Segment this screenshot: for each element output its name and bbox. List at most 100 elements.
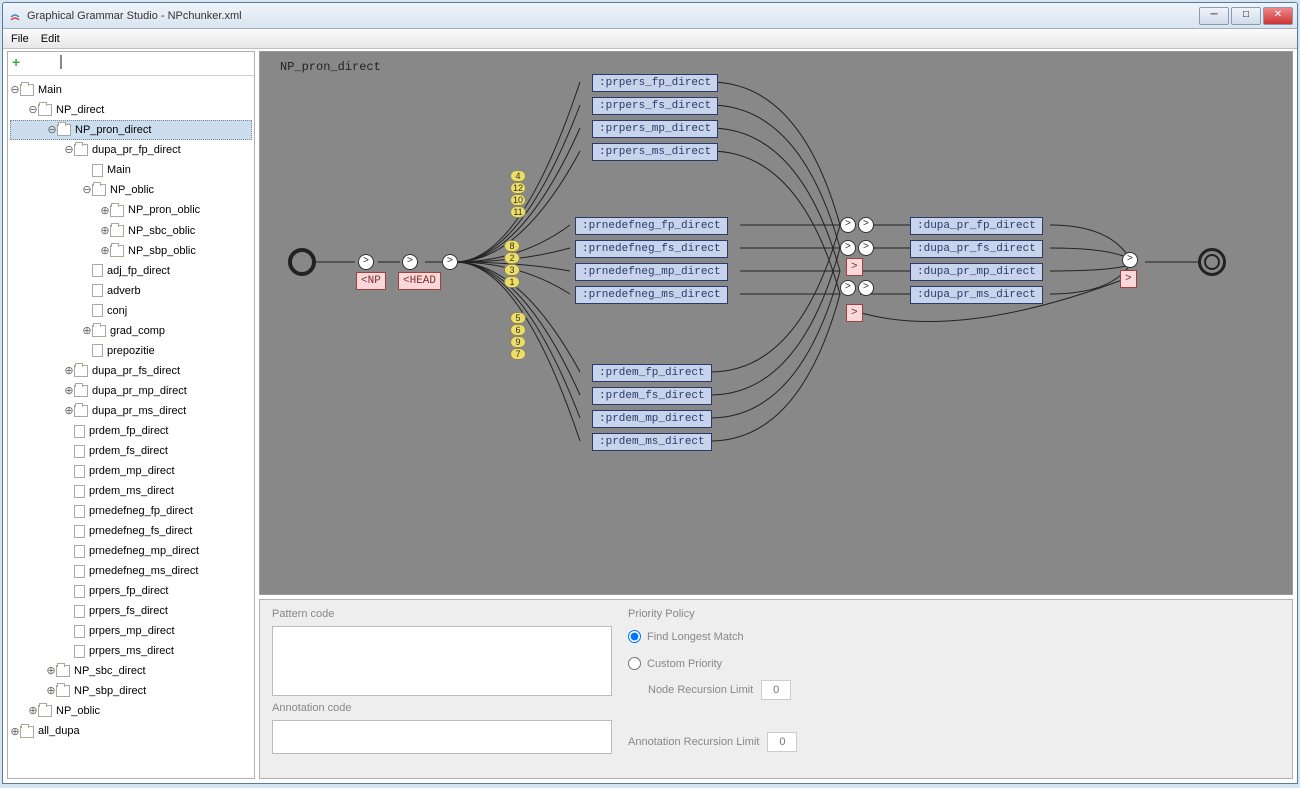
add-button[interactable]: + [12, 56, 28, 72]
graph-node[interactable]: :dupa_pr_fs_direct [910, 240, 1043, 258]
tree-node-prpers_ms_direct[interactable]: prpers_ms_direct [10, 641, 252, 661]
fanout-node[interactable] [442, 254, 458, 270]
merge-node[interactable] [858, 217, 874, 233]
expander-icon[interactable]: ⊕ [100, 202, 110, 220]
merge-node[interactable] [858, 280, 874, 296]
tree-node-adj_fp_direct[interactable]: adj_fp_direct [10, 261, 252, 281]
tree-node-prpers_fp_direct[interactable]: prpers_fp_direct [10, 581, 252, 601]
tree-node-prdem_fp_direct[interactable]: prdem_fp_direct [10, 421, 252, 441]
tree-node-prdem_mp_direct[interactable]: prdem_mp_direct [10, 461, 252, 481]
tree-node-Main[interactable]: Main [10, 160, 252, 180]
tree-node-NP_sbc_direct[interactable]: ⊕NP_sbc_direct [10, 661, 252, 681]
expander-icon[interactable]: ⊖ [47, 121, 57, 139]
tree-node-NP_sbc_oblic[interactable]: ⊕NP_sbc_oblic [10, 221, 252, 241]
maximize-button[interactable]: □ [1231, 7, 1261, 25]
tree-node-prdem_fs_direct[interactable]: prdem_fs_direct [10, 441, 252, 461]
tag-close[interactable]: > [846, 304, 863, 322]
graph-node[interactable]: :prdem_fp_direct [592, 364, 712, 382]
tree-node-NP_pron_direct[interactable]: ⊖NP_pron_direct [10, 120, 252, 140]
expander-icon[interactable]: ⊕ [64, 402, 74, 420]
graph-node[interactable]: :prpers_fs_direct [592, 97, 718, 115]
graph-node[interactable]: :prpers_mp_direct [592, 120, 718, 138]
tree-node-prnedefneg_mp_direct[interactable]: prnedefneg_mp_direct [10, 541, 252, 561]
merge-node[interactable] [840, 217, 856, 233]
graph-node[interactable]: :prpers_ms_direct [592, 143, 718, 161]
merge-node[interactable] [840, 280, 856, 296]
expander-icon[interactable]: ⊕ [64, 382, 74, 400]
titlebar[interactable]: Graphical Grammar Studio - NPchunker.xml… [3, 3, 1297, 29]
graph-node[interactable]: :prnedefneg_mp_direct [575, 263, 728, 281]
tree-node-dupa_pr_fp_direct[interactable]: ⊖dupa_pr_fp_direct [10, 140, 252, 160]
graph-node[interactable]: :dupa_pr_mp_direct [910, 263, 1043, 281]
expander-icon[interactable]: ⊕ [46, 662, 56, 680]
tree-node-prnedefneg_ms_direct[interactable]: prnedefneg_ms_direct [10, 561, 252, 581]
annotation-code-input[interactable] [272, 720, 612, 754]
expander-icon[interactable]: ⊕ [64, 362, 74, 380]
graph-node[interactable]: :dupa_pr_fp_direct [910, 217, 1043, 235]
file-icon [92, 344, 103, 357]
tree-node-dupa_pr_mp_direct[interactable]: ⊕dupa_pr_mp_direct [10, 381, 252, 401]
expander-icon[interactable]: ⊖ [82, 181, 92, 199]
graph-node[interactable]: :prnedefneg_fs_direct [575, 240, 728, 258]
graph-node[interactable]: :prpers_fp_direct [592, 74, 718, 92]
tree-node-prpers_mp_direct[interactable]: prpers_mp_direct [10, 621, 252, 641]
graph-node[interactable]: :prnedefneg_fp_direct [575, 217, 728, 235]
tree-node-NP_sbp_oblic[interactable]: ⊕NP_sbp_oblic [10, 241, 252, 261]
expander-icon[interactable]: ⊖ [28, 101, 38, 119]
merge-node[interactable] [358, 254, 374, 270]
tree-node-NP_oblic[interactable]: ⊖NP_oblic [10, 180, 252, 200]
expander-icon[interactable]: ⊕ [100, 242, 110, 260]
merge-node[interactable] [858, 240, 874, 256]
tag-close[interactable]: > [1120, 270, 1137, 288]
expander-icon[interactable]: ⊖ [10, 81, 20, 99]
merge-node[interactable] [1122, 252, 1138, 268]
annotation-recursion-input[interactable] [767, 732, 797, 752]
expander-icon[interactable]: ⊕ [46, 682, 56, 700]
tree-node-dupa_pr_fs_direct[interactable]: ⊕dupa_pr_fs_direct [10, 361, 252, 381]
expander-icon[interactable]: ⊖ [64, 141, 74, 159]
merge-node[interactable] [840, 240, 856, 256]
tree-node-prdem_ms_direct[interactable]: prdem_ms_direct [10, 481, 252, 501]
radio-custom-priority[interactable]: Custom Priority [628, 657, 1280, 670]
close-button[interactable]: ✕ [1263, 7, 1293, 25]
tree-node-conj[interactable]: conj [10, 301, 252, 321]
tree-node-NP_direct[interactable]: ⊖NP_direct [10, 100, 252, 120]
tree-node-prepozitie[interactable]: prepozitie [10, 341, 252, 361]
merge-node[interactable] [402, 254, 418, 270]
graph-node[interactable]: :prnedefneg_ms_direct [575, 286, 728, 304]
tree-node-prnedefneg_fs_direct[interactable]: prnedefneg_fs_direct [10, 521, 252, 541]
tree-node-NP_oblic[interactable]: ⊕NP_oblic [10, 701, 252, 721]
tree-node-dupa_pr_ms_direct[interactable]: ⊕dupa_pr_ms_direct [10, 401, 252, 421]
tree-node-NP_pron_oblic[interactable]: ⊕NP_pron_oblic [10, 200, 252, 220]
remove-button[interactable] [36, 56, 52, 72]
graph-node[interactable]: :prdem_ms_direct [592, 433, 712, 451]
end-node[interactable] [1198, 248, 1226, 276]
expander-icon[interactable]: ⊕ [10, 723, 20, 741]
graph-canvas[interactable]: NP_pron_direct [259, 51, 1293, 595]
rename-button[interactable] [60, 56, 76, 72]
minimize-button[interactable]: ─ [1199, 7, 1229, 25]
tree-node-all_dupa[interactable]: ⊕all_dupa [10, 721, 252, 741]
graph-node[interactable]: :prdem_mp_direct [592, 410, 712, 428]
graph-node[interactable]: :dupa_pr_ms_direct [910, 286, 1043, 304]
tag-head[interactable]: <HEAD [398, 272, 441, 290]
menu-file[interactable]: File [11, 33, 29, 45]
tree-node-adverb[interactable]: adverb [10, 281, 252, 301]
node-recursion-input[interactable] [761, 680, 791, 700]
tree-view[interactable]: ⊖Main⊖NP_direct⊖NP_pron_direct⊖dupa_pr_f… [8, 76, 254, 778]
start-node[interactable] [288, 248, 316, 276]
pattern-code-input[interactable] [272, 626, 612, 696]
menu-edit[interactable]: Edit [41, 33, 60, 45]
expander-icon[interactable]: ⊕ [82, 322, 92, 340]
tag-np[interactable]: <NP [356, 272, 386, 290]
expander-icon[interactable]: ⊕ [28, 702, 38, 720]
tree-node-prpers_fs_direct[interactable]: prpers_fs_direct [10, 601, 252, 621]
expander-icon[interactable]: ⊕ [100, 222, 110, 240]
tree-node-NP_sbp_direct[interactable]: ⊕NP_sbp_direct [10, 681, 252, 701]
radio-longest-match[interactable]: Find Longest Match [628, 630, 1280, 643]
tree-node-grad_comp[interactable]: ⊕grad_comp [10, 321, 252, 341]
graph-node[interactable]: :prdem_fs_direct [592, 387, 712, 405]
tree-node-Main[interactable]: ⊖Main [10, 80, 252, 100]
tree-node-prnedefneg_fp_direct[interactable]: prnedefneg_fp_direct [10, 501, 252, 521]
tag-close[interactable]: > [846, 258, 863, 276]
